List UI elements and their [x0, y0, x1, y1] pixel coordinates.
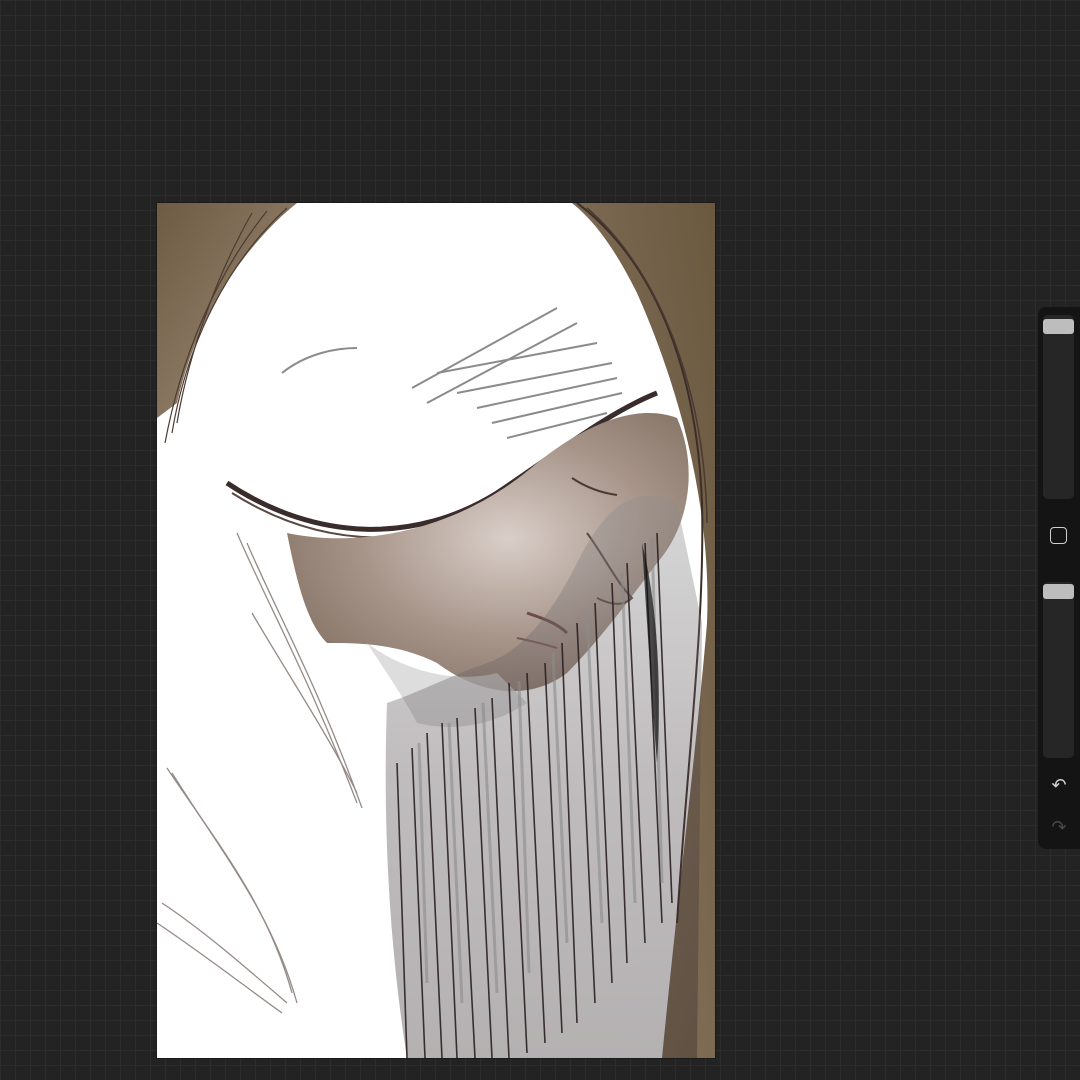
opacity-slider[interactable]	[1043, 582, 1074, 758]
modify-button[interactable]	[1050, 527, 1067, 544]
brush-size-slider-thumb[interactable]	[1043, 319, 1074, 334]
tool-sidebar: ↶ ↷	[1038, 307, 1080, 849]
drawing-canvas[interactable]	[157, 203, 715, 1058]
opacity-slider-thumb[interactable]	[1043, 584, 1074, 599]
workspace-grid-background[interactable]: ↶ ↷	[0, 0, 1080, 1080]
artwork	[157, 203, 715, 1058]
brush-size-slider[interactable]	[1043, 315, 1074, 499]
undo-arrow-icon[interactable]: ↶	[1047, 775, 1071, 797]
redo-arrow-icon[interactable]: ↷	[1047, 817, 1071, 839]
